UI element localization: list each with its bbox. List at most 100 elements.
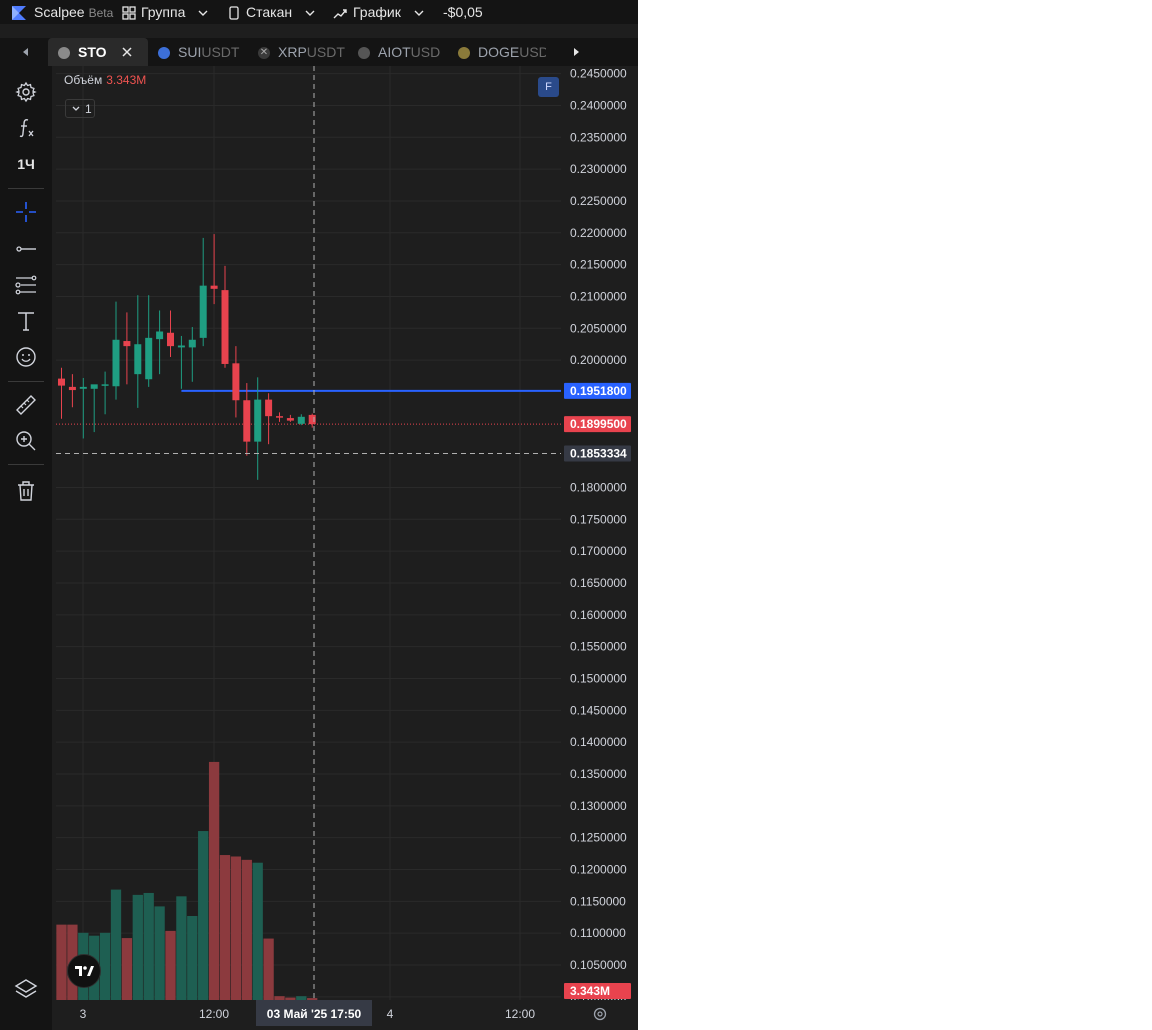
trash-icon[interactable] bbox=[14, 479, 38, 503]
price-axis[interactable]: 0.2450000 0.2400000 0.2350000 0.2300000 0.22… bbox=[561, 66, 638, 1000]
indicators-collapse-button[interactable]: 1 bbox=[65, 99, 95, 118]
price-tick-label: 0.1800000 bbox=[570, 480, 627, 494]
candle-body bbox=[90, 384, 98, 389]
doge-coin-icon bbox=[458, 47, 470, 60]
text-tool-icon[interactable] bbox=[14, 309, 38, 333]
price-levels bbox=[56, 389, 561, 425]
app-name: Scalpee bbox=[34, 4, 85, 20]
candle-body bbox=[232, 363, 240, 401]
time-axis[interactable]: 3 12:00 4 12:00 03 Май '25 17:50 bbox=[56, 1000, 638, 1030]
tab-base: DOGE bbox=[478, 44, 520, 60]
tab-quote: USD bbox=[519, 44, 546, 60]
volume-bar bbox=[208, 761, 220, 1000]
app-beta-badge: Beta bbox=[88, 6, 114, 20]
interval-button[interactable]: 1Ч bbox=[14, 154, 38, 174]
group-dropdown[interactable]: Группа bbox=[122, 0, 209, 24]
tab-dogeusd[interactable]: DOGEUSD bbox=[458, 38, 546, 66]
last-price-label: 0.1899500 bbox=[564, 416, 631, 433]
tab-quote: USDT bbox=[201, 44, 240, 60]
price-ticks: 0.2450000 0.2400000 0.2350000 0.2300000 0.22… bbox=[570, 67, 627, 1000]
tradingview-logo[interactable] bbox=[67, 954, 101, 988]
chart-pane[interactable] bbox=[56, 66, 561, 1000]
crosshair bbox=[56, 66, 561, 1000]
tab-xrpusdt[interactable]: ✕ XRPUSDT bbox=[258, 38, 345, 66]
gear-icon[interactable] bbox=[14, 80, 38, 104]
zoom-in-icon[interactable] bbox=[14, 429, 38, 453]
tab-aiotusd[interactable]: AIOTUSD bbox=[358, 38, 440, 66]
price-tick-label: 0.2000000 bbox=[570, 353, 627, 367]
xrp-coin-icon: ✕ bbox=[258, 47, 270, 60]
triangle-right-icon bbox=[574, 48, 579, 56]
volume-price-label: 3.343M bbox=[564, 983, 631, 999]
svg-text:03 Май '25 17:50: 03 Май '25 17:50 bbox=[267, 1007, 362, 1021]
volume-bar bbox=[143, 892, 154, 1000]
volume-bar bbox=[121, 938, 133, 1000]
price-tick-label: 0.1150000 bbox=[570, 894, 626, 908]
chevron-down-icon bbox=[72, 106, 80, 111]
price-tick-label: 0.1500000 bbox=[570, 671, 627, 685]
candle-body bbox=[286, 418, 294, 421]
f-badge[interactable]: F bbox=[538, 77, 559, 97]
svg-text:3.343M: 3.343M bbox=[570, 984, 610, 998]
candle-body bbox=[221, 290, 229, 364]
candle-body bbox=[123, 341, 131, 347]
tabs-scroll-right-button[interactable] bbox=[564, 38, 588, 66]
tradingview-logo-icon bbox=[75, 966, 94, 976]
axis-settings-icon[interactable] bbox=[593, 1007, 607, 1021]
fib-levels-icon[interactable] bbox=[14, 273, 38, 297]
function-icon[interactable] bbox=[14, 116, 38, 140]
price-tick-label: 0.2100000 bbox=[570, 289, 627, 303]
volume-bar bbox=[165, 930, 176, 1000]
volume-bar bbox=[252, 862, 263, 1000]
ruler-icon[interactable] bbox=[14, 393, 38, 417]
candle-body bbox=[188, 339, 196, 348]
chevron-down-icon bbox=[414, 10, 424, 17]
time-tick-label: 3 bbox=[80, 1007, 87, 1021]
price-tick-label: 0.2300000 bbox=[570, 162, 627, 176]
price-tick-label: 0.1050000 bbox=[570, 958, 627, 972]
layers-icon[interactable] bbox=[14, 977, 38, 1001]
time-tick-label: 4 bbox=[387, 1007, 394, 1021]
top-bar: Scalpee Beta Группа Стакан График -$0,05 bbox=[0, 0, 638, 24]
emoji-icon[interactable] bbox=[14, 345, 38, 369]
price-tick-label: 0.2350000 bbox=[570, 130, 627, 144]
tab-sto[interactable]: STO bbox=[48, 38, 148, 66]
candle-body bbox=[156, 331, 164, 340]
aiot-coin-icon bbox=[358, 47, 370, 60]
toolbar-separator bbox=[8, 188, 44, 189]
svg-text:0.1899500: 0.1899500 bbox=[570, 417, 627, 431]
candle-body bbox=[276, 416, 283, 418]
volume-bar bbox=[154, 906, 165, 1000]
candle-body bbox=[210, 285, 218, 289]
close-icon[interactable] bbox=[121, 46, 133, 58]
volume-bar bbox=[187, 916, 198, 1000]
volume-bar bbox=[132, 894, 143, 1000]
volume-bar bbox=[230, 856, 242, 1000]
volume-bar bbox=[219, 855, 231, 1000]
tabs-scroll-left-button[interactable] bbox=[14, 38, 38, 66]
candle-body bbox=[112, 339, 120, 387]
price-tick-label: 0.1100000 bbox=[570, 926, 626, 940]
pnl-value: -$0,05 bbox=[443, 4, 483, 20]
crosshair-icon[interactable] bbox=[14, 200, 38, 224]
order-book-dropdown[interactable]: Стакан bbox=[228, 0, 316, 24]
app-brand[interactable]: Scalpee Beta bbox=[10, 0, 113, 24]
horizontal-line-price-label: 0.1951800 bbox=[564, 382, 631, 399]
tab-quote: USDT bbox=[306, 44, 345, 60]
candles bbox=[58, 234, 316, 480]
price-tick-label: 0.1750000 bbox=[570, 512, 627, 526]
volume-bar bbox=[263, 938, 274, 1000]
volume-legend-label: Объём bbox=[64, 73, 103, 87]
drawing-toolbar: 1Ч bbox=[0, 66, 52, 1030]
price-tick-label: 0.1600000 bbox=[570, 608, 627, 622]
candle-body bbox=[167, 332, 174, 347]
price-tick-label: 0.1350000 bbox=[570, 767, 627, 781]
time-tick-label: 12:00 bbox=[505, 1007, 535, 1021]
trend-line-icon[interactable] bbox=[14, 237, 38, 261]
tab-suiusdt[interactable]: SUIUSDT bbox=[158, 38, 239, 66]
chart-dropdown[interactable]: График bbox=[333, 0, 425, 24]
price-tick-label: 0.1300000 bbox=[570, 799, 627, 813]
volume-bar bbox=[56, 924, 67, 1000]
crosshair-price-label: 0.1853334 bbox=[564, 445, 631, 462]
trend-up-icon bbox=[333, 9, 347, 19]
